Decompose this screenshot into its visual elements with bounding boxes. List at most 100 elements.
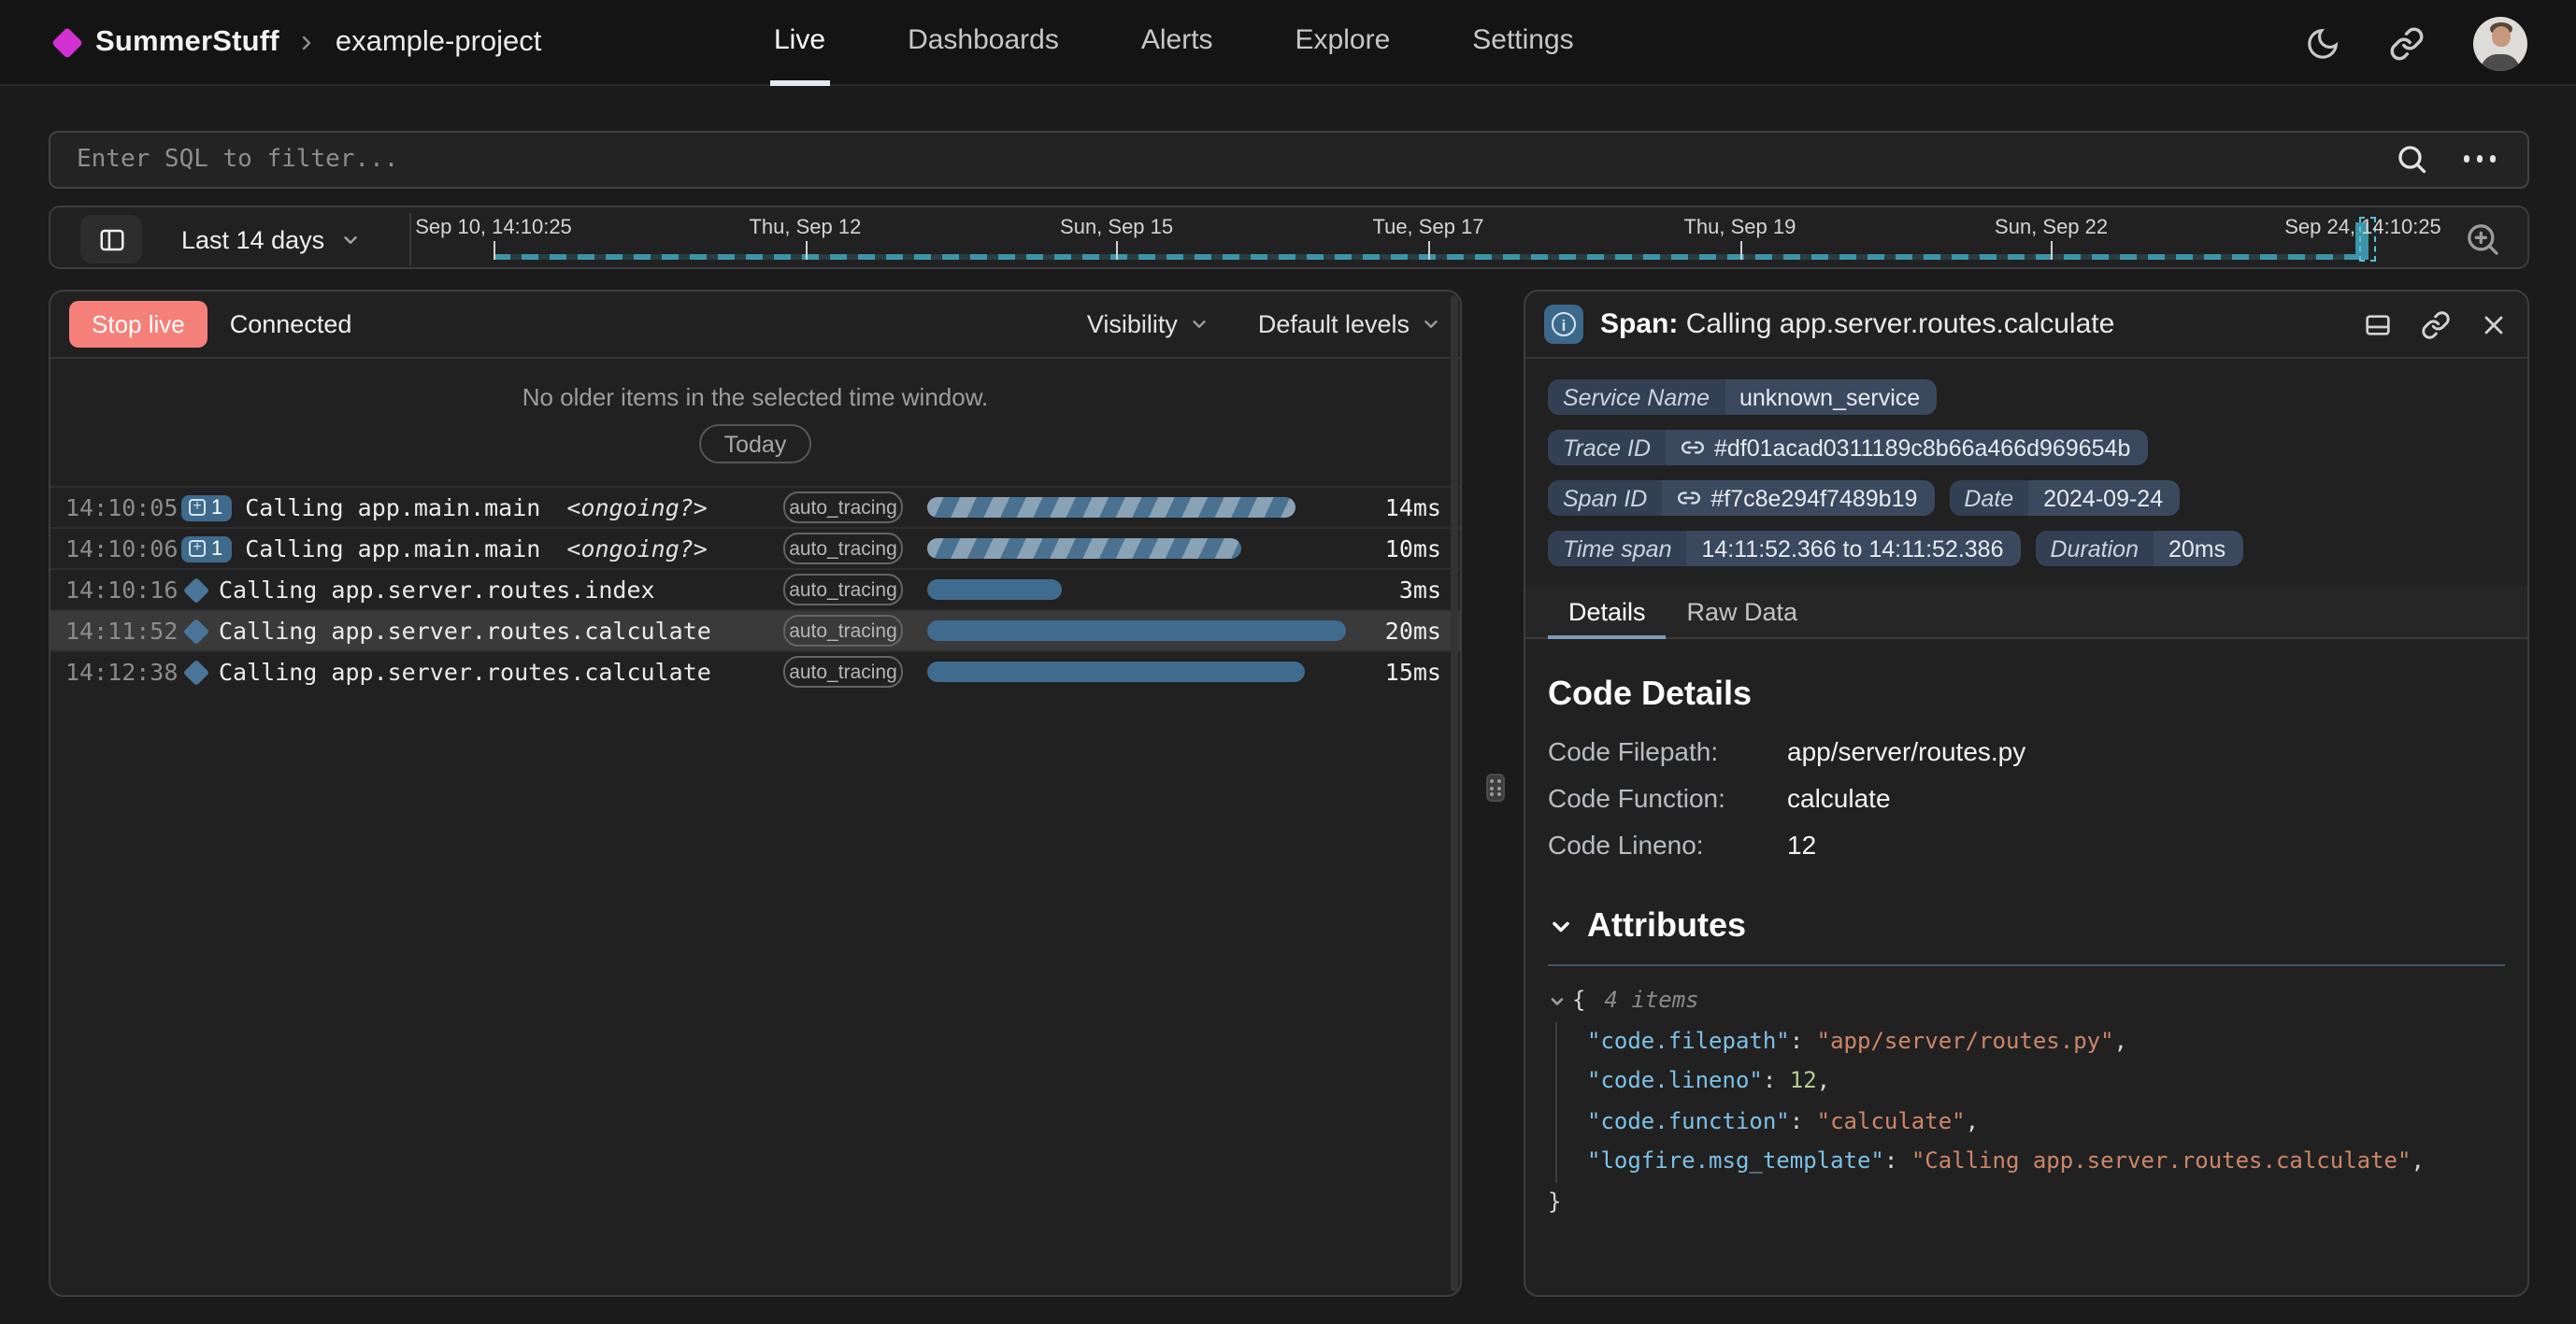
nav-tab-live[interactable]: Live <box>770 0 829 86</box>
nav-tab-settings[interactable]: Settings <box>1468 0 1577 86</box>
badge-trace-id[interactable]: Trace ID#df01acad0311189c8b66a466d969654… <box>1548 430 2147 465</box>
rows-layout-icon[interactable] <box>2363 309 2393 339</box>
breadcrumb[interactable]: SummerStuff example-project <box>56 0 541 86</box>
span-detail-header: i Span: Calling app.server.routes.calcul… <box>1525 292 2527 359</box>
app-window: SummerStuff example-project Live Dashboar… <box>0 0 2576 1324</box>
badge-row: Span ID#f7c8e294f7489b19 Date2024-09-24 <box>1548 480 2505 516</box>
badge-value: #df01acad0311189c8b66a466d969654b <box>1666 430 2147 465</box>
badge-value: 2024-09-24 <box>2028 480 2180 516</box>
timeline-track[interactable]: Sep 10, 14:10:25Thu, Sep 12Sun, Sep 15Tu… <box>494 213 2363 265</box>
log-row[interactable]: 14:12:38Calling app.server.routes.calcul… <box>50 650 1460 691</box>
nav-tab-alerts[interactable]: Alerts <box>1138 0 1217 86</box>
detail-tab-details[interactable]: Details <box>1548 587 1667 639</box>
today-button[interactable]: Today <box>700 424 811 463</box>
connection-status: Connected <box>230 310 352 338</box>
detail-tab-raw-data[interactable]: Raw Data <box>1667 587 1819 639</box>
collapsed-count-badge-icon[interactable]: +1 <box>181 494 232 520</box>
json-entries: "code.filepath": "app/server/routes.py",… <box>1555 1021 2505 1182</box>
badge-row: Time span14:11:52.366 to 14:11:52.386Dur… <box>1548 531 2505 566</box>
json-open-brace: { <box>1572 981 1585 1021</box>
top-nav: SummerStuff example-project Live Dashboar… <box>0 0 2576 86</box>
span-title-text: Calling app.server.routes.calculate <box>1686 308 2115 340</box>
brand-name[interactable]: SummerStuff <box>95 26 279 60</box>
duration-bar <box>927 538 1241 559</box>
badge-value: 20ms <box>2154 531 2242 566</box>
live-panel: Stop live Connected Visibility Default l… <box>49 290 1462 1297</box>
visibility-dropdown[interactable]: Visibility <box>1087 310 1209 338</box>
log-row[interactable]: 14:11:52Calling app.server.routes.calcul… <box>50 609 1460 650</box>
badge-span-id[interactable]: Span ID#f7c8e294f7489b19 <box>1548 480 1934 516</box>
time-range-label: Last 14 days <box>181 225 324 253</box>
code-detail-value: 12 <box>1787 830 1816 860</box>
project-name[interactable]: example-project <box>336 26 542 60</box>
default-levels-dropdown-label: Default levels <box>1258 310 1410 338</box>
sql-filter-input[interactable] <box>49 131 2529 189</box>
timeline-tick-mark <box>494 241 495 260</box>
avatar[interactable] <box>2473 16 2527 70</box>
log-timestamp: 14:10:05 <box>65 493 181 521</box>
log-timestamp: 14:10:06 <box>65 534 181 562</box>
duration-bar-track <box>927 620 1346 641</box>
badge-date: Date2024-09-24 <box>1949 480 2180 516</box>
close-icon[interactable] <box>2479 309 2509 339</box>
code-detail-value: calculate <box>1787 783 1891 813</box>
visibility-dropdown-label: Visibility <box>1087 310 1178 338</box>
duration-bar-track <box>927 538 1346 559</box>
attributes-heading: Attributes <box>1587 906 1746 946</box>
json-entry: "code.lineno": 12, <box>1587 1061 2505 1102</box>
code-detail-label: Code Filepath: <box>1548 736 1787 766</box>
search-icon[interactable] <box>2395 142 2428 176</box>
duration-value: 14ms <box>1363 493 1441 521</box>
timeline-tick-label: Sep 24, 14:10:25 <box>2284 217 2441 239</box>
nav-right <box>2305 0 2527 86</box>
copy-link-icon[interactable] <box>2421 309 2451 339</box>
span-diamond-icon <box>183 577 209 603</box>
share-link-icon[interactable] <box>2389 25 2425 61</box>
span-diamond-icon <box>183 659 209 685</box>
code-detail-value: app/server/routes.py <box>1787 736 2025 766</box>
default-levels-dropdown[interactable]: Default levels <box>1258 310 1441 338</box>
time-range-dropdown[interactable]: Last 14 days <box>181 207 360 271</box>
log-tag: auto_tracing <box>783 533 903 564</box>
nav-tab-explore[interactable]: Explore <box>1292 0 1395 86</box>
log-row[interactable]: 14:10:16Calling app.server.routes.indexa… <box>50 568 1460 609</box>
more-options-icon[interactable] <box>2463 155 2496 162</box>
duration-value: 10ms <box>1363 534 1441 562</box>
zoom-in-icon[interactable] <box>2464 221 2501 258</box>
log-row[interactable]: 14:10:05+1Calling app.main.main<ongoing?… <box>50 486 1460 527</box>
log-row[interactable]: 14:10:06+1Calling app.main.main<ongoing?… <box>50 527 1460 568</box>
collapsed-count-badge-icon[interactable]: +1 <box>181 535 232 562</box>
chevron-down-icon <box>1189 314 1209 335</box>
nav-tab-dashboards[interactable]: Dashboards <box>904 0 1063 86</box>
expand-plus-icon: + <box>189 499 206 516</box>
duration-bar <box>927 620 1346 641</box>
chevron-down-icon <box>1421 314 1441 335</box>
timeline-tick-mark <box>1428 241 1430 260</box>
dark-mode-moon-icon[interactable] <box>2305 25 2340 61</box>
panel-left-icon <box>96 225 126 253</box>
timeline-tick-label: Sun, Sep 22 <box>1995 217 2108 239</box>
brand-logo-icon <box>51 27 83 59</box>
duration-value: 3ms <box>1363 576 1441 604</box>
badge-link-icon[interactable] <box>1677 486 1701 510</box>
chevron-down-icon <box>1548 913 1574 939</box>
log-timestamp: 14:12:38 <box>65 658 181 686</box>
ongoing-marker: <ongoing?> <box>566 493 708 521</box>
avatar-face <box>2491 25 2510 46</box>
live-panel-scrollbar[interactable] <box>1451 295 1458 1291</box>
stop-live-button[interactable]: Stop live <box>69 301 208 348</box>
timebar-divider <box>409 213 411 265</box>
badge-value: 14:11:52.366 to 14:11:52.386 <box>1687 531 2021 566</box>
attributes-section-toggle[interactable]: Attributes <box>1548 906 2505 946</box>
json-collapse-caret-icon[interactable] <box>1548 992 1567 1011</box>
log-message: Calling app.server.routes.index <box>219 576 655 604</box>
panel-resize-handle[interactable] <box>1486 774 1505 802</box>
sidebar-toggle-button[interactable] <box>80 215 142 263</box>
code-details-rows: Code Filepath:app/server/routes.pyCode F… <box>1548 736 2505 860</box>
badge-value: unknown_service <box>1724 379 1937 415</box>
span-badges: Service Nameunknown_service Trace ID#df01… <box>1548 379 2505 566</box>
live-panel-header: Stop live Connected Visibility Default l… <box>50 292 1460 359</box>
badge-service-name: Service Nameunknown_service <box>1548 379 1937 415</box>
duration-bar <box>927 579 1061 600</box>
badge-link-icon[interactable] <box>1681 435 1705 460</box>
